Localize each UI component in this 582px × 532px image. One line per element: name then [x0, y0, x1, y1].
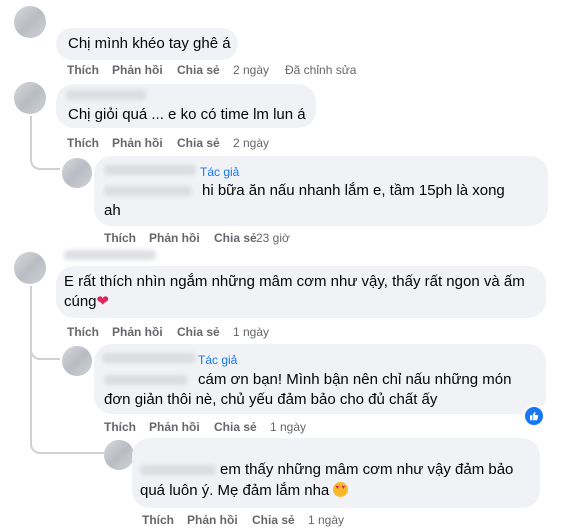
mention-blurred[interactable] — [104, 375, 188, 385]
author-name-blurred[interactable] — [64, 250, 156, 260]
comment-bubble: Tác giả cám ơn bạn! Mình bận nên chỉ nấu… — [94, 344, 546, 414]
reply-button[interactable]: Phản hồi — [187, 513, 238, 527]
like-button[interactable]: Thích — [142, 513, 174, 527]
comment-text: Chị giỏi quá ... e ko có time lm lun á — [68, 106, 306, 123]
avatar[interactable] — [14, 252, 46, 284]
like-button[interactable]: Thích — [104, 420, 136, 434]
comment-text: Chị mình khéo tay ghê á — [68, 35, 231, 52]
thread-connector — [30, 340, 60, 360]
timestamp[interactable]: 1 ngày — [308, 513, 344, 527]
avatar[interactable] — [62, 346, 92, 376]
author-badge: Tác giả — [198, 353, 238, 367]
comment-bubble: em thấy những mâm cơm như vậy đảm bảo qu… — [132, 438, 540, 508]
comment-text: hi bữa ăn nấu nhanh lắm e, tầm 15ph là x… — [202, 182, 505, 199]
avatar[interactable] — [14, 6, 46, 38]
timestamp[interactable]: 2 ngày — [233, 63, 269, 77]
timestamp[interactable]: 23 giờ — [256, 231, 290, 245]
like-button[interactable]: Thích — [67, 63, 99, 77]
avatar[interactable] — [14, 82, 46, 114]
comment-bubble: Chị giỏi quá ... e ko có time lm lun á — [56, 84, 316, 128]
share-button[interactable]: Chia sẻ — [177, 325, 220, 339]
timestamp[interactable]: 1 ngày — [270, 420, 306, 434]
comment-text: ah — [104, 202, 121, 219]
mention-blurred[interactable] — [104, 186, 192, 196]
like-button[interactable]: Thích — [67, 325, 99, 339]
comment-actions: Thích Phản hồi Chia sẻ 2 ngày Đã chỉnh s… — [67, 63, 367, 77]
thread-connector — [30, 150, 60, 170]
comment-text: em thấy những mâm cơm như vậy đảm bảo — [220, 461, 514, 478]
timestamp[interactable]: 1 ngày — [233, 325, 269, 339]
comment-text-end: cúng — [64, 293, 97, 310]
comment-bubble: E rất thích nhìn ngắm những mâm cơm như … — [56, 266, 546, 318]
comment-text: cúng❤ — [64, 292, 109, 312]
share-button[interactable]: Chia sẻ — [214, 231, 257, 245]
comment-text: cám ơn bạn! Mình bận nên chỉ nấu những m… — [198, 371, 512, 388]
like-button[interactable]: Thích — [67, 136, 99, 150]
author-name-blurred[interactable] — [104, 165, 196, 175]
comment-actions: Thích Phản hồi Chia sẻ 1 ngày — [67, 325, 317, 339]
thread-line — [30, 286, 32, 446]
reply-button[interactable]: Phản hồi — [112, 136, 163, 150]
author-badge: Tác giả — [200, 165, 240, 179]
red-heart-icon: ❤ — [96, 293, 110, 310]
avatar[interactable] — [104, 440, 134, 470]
comment-text: đơn giản thôi nè, chủ yếu đảm bảo cho đủ… — [104, 391, 438, 408]
thread-connector — [30, 430, 104, 454]
comment-bubble: Tác giả hi bữa ăn nấu nhanh lắm e, tầm 1… — [94, 156, 548, 226]
share-button[interactable]: Chia sẻ — [214, 420, 257, 434]
comment-actions: Thích Phản hồi Chia sẻ 1 ngày — [142, 513, 392, 527]
comment-text-end: quá luôn ý. Mẹ đảm lắm nha — [140, 482, 330, 499]
share-button[interactable]: Chia sẻ — [177, 136, 220, 150]
avatar[interactable] — [62, 158, 92, 188]
comment-actions: Thích Phản hồi Chia sẻ 23 giờ — [104, 231, 354, 245]
share-button[interactable]: Chia sẻ — [177, 63, 220, 77]
comment-bubble: Chị mình khéo tay ghê á — [56, 28, 238, 60]
comment-actions: Thích Phản hồi Chia sẻ 2 ngày — [67, 136, 317, 150]
reply-button[interactable]: Phản hồi — [149, 420, 200, 434]
like-thumb-icon[interactable] — [523, 405, 545, 427]
author-name-blurred[interactable] — [102, 353, 196, 363]
heart-eyes-emoji-icon: ♥ ♥ — [333, 482, 349, 497]
timestamp[interactable]: 2 ngày — [233, 136, 269, 150]
reply-button[interactable]: Phản hồi — [112, 325, 163, 339]
comment-text: E rất thích nhìn ngắm những mâm cơm như … — [64, 273, 525, 290]
comment-actions: Thích Phản hồi Chia sẻ 1 ngày — [104, 420, 354, 434]
share-button[interactable]: Chia sẻ — [252, 513, 295, 527]
like-button[interactable]: Thích — [104, 231, 136, 245]
mention-blurred[interactable] — [140, 465, 216, 475]
reply-button[interactable]: Phản hồi — [112, 63, 163, 77]
author-name-blurred[interactable] — [66, 90, 146, 100]
edited-label: Đã chỉnh sửa — [285, 63, 357, 77]
comment-text: quá luôn ý. Mẹ đảm lắm nha ♥ ♥ — [140, 481, 349, 501]
reply-button[interactable]: Phản hồi — [149, 231, 200, 245]
